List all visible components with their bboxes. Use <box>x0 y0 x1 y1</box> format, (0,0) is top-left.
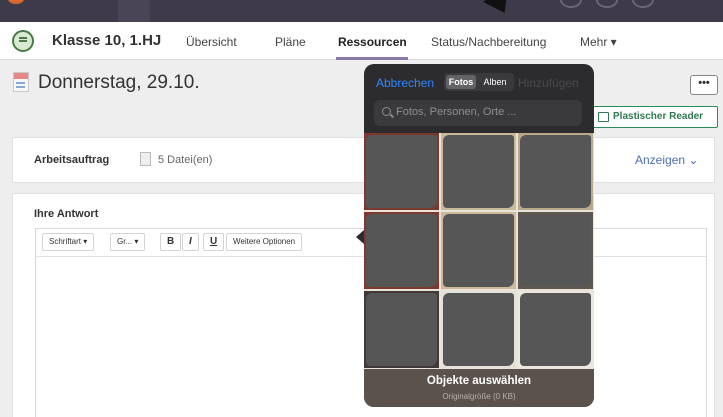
photo-grid <box>364 133 594 369</box>
app-badge-icon <box>8 0 24 4</box>
nav-overview[interactable]: Übersicht <box>186 35 237 49</box>
photo-thumbnail[interactable] <box>441 133 516 210</box>
top-bar <box>0 0 723 22</box>
tab-notch <box>118 0 150 22</box>
nav-more[interactable]: Mehr ▾ <box>580 35 617 49</box>
search-placeholder: Fotos, Personen, Orte ... <box>396 106 517 118</box>
italic-button[interactable]: I <box>182 233 199 251</box>
class-navbar: Klasse 10, 1.HJ Übersicht Pläne Ressourc… <box>0 22 723 60</box>
photo-thumbnail[interactable] <box>364 133 439 210</box>
book-icon <box>598 112 609 122</box>
class-title[interactable]: Klasse 10, 1.HJ <box>52 32 161 49</box>
circle-icon <box>560 0 582 8</box>
photo-thumbnail[interactable] <box>518 133 593 210</box>
photo-thumbnail[interactable] <box>364 212 439 289</box>
show-assignment-button[interactable]: Anzeigen ⌄ <box>635 153 698 167</box>
nav-status[interactable]: Status/Nachbereitung <box>431 35 546 49</box>
nav-plans[interactable]: Pläne <box>275 35 306 49</box>
photos-albums-segmented-control: Fotos Alben <box>444 73 514 91</box>
photo-thumbnail[interactable] <box>441 212 516 289</box>
file-count: 5 Datei(en) <box>158 154 213 166</box>
photo-thumbnail[interactable] <box>441 291 516 368</box>
circle-icon <box>632 0 654 8</box>
file-icon <box>140 152 151 166</box>
page-document-icon <box>13 72 29 92</box>
class-logo-icon[interactable] <box>12 30 34 52</box>
more-options-button[interactable]: ••• <box>690 75 718 95</box>
photo-thumbnail[interactable] <box>518 212 593 289</box>
underline-button[interactable]: U <box>203 233 225 251</box>
page-title: Donnerstag, 29.10. <box>38 72 200 93</box>
nav-resources[interactable]: Ressourcen <box>338 35 407 49</box>
photo-thumbnail[interactable] <box>518 291 593 368</box>
bold-button[interactable]: B <box>160 233 182 251</box>
circle-icon <box>596 0 618 8</box>
tab-photos[interactable]: Fotos <box>446 75 476 89</box>
assignment-label: Arbeitsauftrag <box>34 154 110 166</box>
add-button[interactable]: Hinzufügen <box>518 76 579 90</box>
answer-label: Ihre Antwort <box>34 208 99 220</box>
font-size-dropdown[interactable]: Gr... ▾ <box>110 233 146 251</box>
immersive-reader-label: Plastischer Reader <box>613 111 704 122</box>
immersive-reader-button[interactable]: Plastischer Reader <box>592 106 718 128</box>
cancel-button[interactable]: Abbrechen <box>376 76 434 90</box>
tab-albums[interactable]: Alben <box>479 75 511 89</box>
active-tab-indicator <box>336 57 408 60</box>
picker-footer: Objekte auswählen Originalgröße (0 KB) <box>364 369 594 407</box>
photo-search-input[interactable]: Fotos, Personen, Orte ... <box>374 100 582 126</box>
original-size-label[interactable]: Originalgröße (0 KB) <box>364 392 594 401</box>
font-dropdown[interactable]: Schriftart ▾ <box>42 233 95 251</box>
more-format-options-button[interactable]: Weitere Optionen <box>226 233 303 251</box>
photo-thumbnail[interactable] <box>364 291 439 368</box>
photo-picker-popover: Abbrechen Fotos Alben Hinzufügen Fotos, … <box>364 64 594 407</box>
popover-pointer <box>356 230 364 244</box>
select-items-label: Objekte auswählen <box>426 375 532 387</box>
search-icon <box>382 107 391 116</box>
